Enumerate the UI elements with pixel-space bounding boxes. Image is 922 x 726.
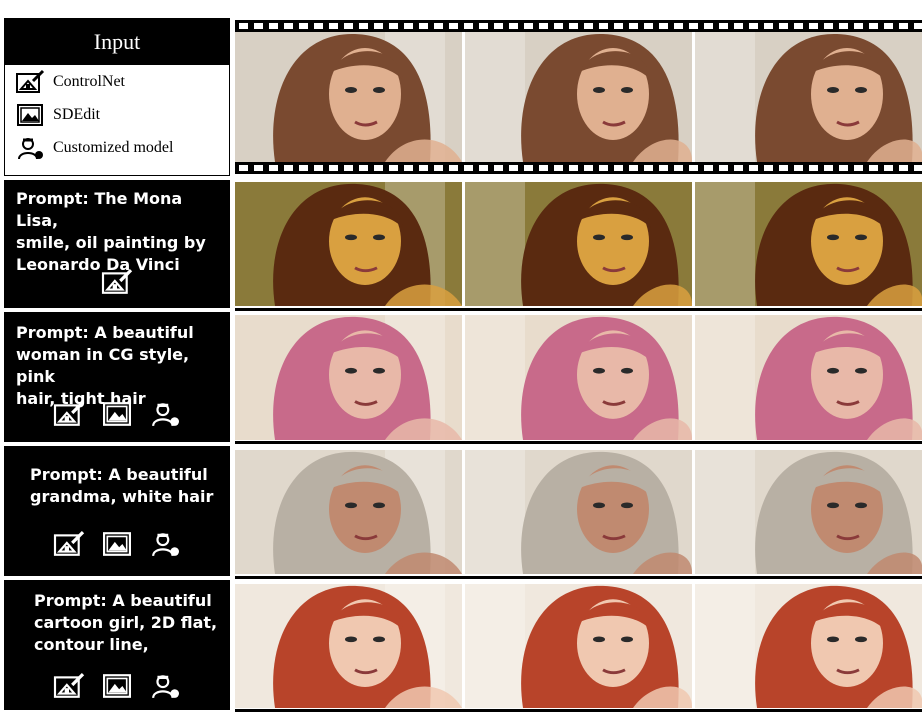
- sdedit-icon: [100, 672, 134, 700]
- result-row-2-frame-3: [695, 315, 922, 440]
- input-frame-1: [235, 32, 462, 162]
- method-icons-2: [4, 400, 230, 428]
- prompt-text-2: Prompt: A beautiful woman in CG style, p…: [16, 323, 194, 408]
- result-frames-row-3: [235, 450, 922, 574]
- prompt-panel-3: Prompt: A beautiful grandma, white hair: [4, 446, 230, 576]
- legend-label-sdedit: SDEdit: [53, 105, 101, 123]
- method-icons-4: [4, 672, 230, 700]
- result-row-4-frame-1: [235, 584, 462, 708]
- sdedit-icon: [100, 530, 134, 558]
- row-divider: [235, 709, 922, 712]
- customized-model-icon: [148, 400, 182, 428]
- prompt-text-1: Prompt: The Mona Lisa, smile, oil painti…: [16, 189, 206, 274]
- sdedit-icon: [100, 400, 134, 428]
- result-row-3-frame-2: [465, 450, 692, 574]
- customized-model-icon: [148, 530, 182, 558]
- result-frames-row-1: [235, 182, 922, 306]
- method-icons-1: [4, 268, 230, 296]
- row-divider: [235, 576, 922, 579]
- prompt-panel-2: Prompt: A beautiful woman in CG style, p…: [4, 312, 230, 442]
- input-legend-panel: Input ControlNet SDEdit Customized model: [4, 18, 230, 176]
- row-divider: [235, 441, 922, 444]
- customized-model-icon: [148, 672, 182, 700]
- input-title: Input: [5, 19, 229, 65]
- result-row-3-frame-3: [695, 450, 922, 574]
- legend-item-sdedit: SDEdit: [5, 98, 229, 131]
- legend-label-customized-model: Customized model: [53, 138, 174, 156]
- customized-model-icon: [15, 135, 45, 161]
- result-row-3-frame-1: [235, 450, 462, 574]
- result-frames-row-4: [235, 584, 922, 708]
- row-divider: [235, 308, 922, 311]
- film-strip-bottom: [235, 162, 922, 174]
- controlnet-icon: [52, 672, 86, 700]
- legend-item-controlnet: ControlNet: [5, 65, 229, 98]
- legend-item-customized-model: Customized model: [5, 131, 229, 164]
- sdedit-icon: [15, 102, 45, 128]
- result-row-2-frame-1: [235, 315, 462, 440]
- method-icons-3: [4, 530, 230, 558]
- controlnet-icon: [15, 69, 45, 95]
- result-frames-row-2: [235, 315, 922, 440]
- controlnet-icon: [100, 268, 134, 296]
- input-frame-3: [695, 32, 922, 162]
- prompt-panel-1: Prompt: The Mona Lisa, smile, oil painti…: [4, 180, 230, 308]
- result-row-2-frame-2: [465, 315, 692, 440]
- prompt-text-4: Prompt: A beautiful cartoon girl, 2D fla…: [34, 591, 218, 654]
- result-row-1-frame-3: [695, 182, 922, 306]
- controlnet-icon: [52, 530, 86, 558]
- film-strip-top: [235, 20, 922, 32]
- result-row-4-frame-2: [465, 584, 692, 708]
- prompt-panel-4: Prompt: A beautiful cartoon girl, 2D fla…: [4, 580, 230, 710]
- input-frame-2: [465, 32, 692, 162]
- legend-label-controlnet: ControlNet: [53, 72, 125, 90]
- prompt-text-3: Prompt: A beautiful grandma, white hair: [30, 465, 214, 506]
- result-row-1-frame-2: [465, 182, 692, 306]
- input-frames-row: [235, 32, 922, 162]
- result-row-1-frame-1: [235, 182, 462, 306]
- controlnet-icon: [52, 400, 86, 428]
- result-row-4-frame-3: [695, 584, 922, 708]
